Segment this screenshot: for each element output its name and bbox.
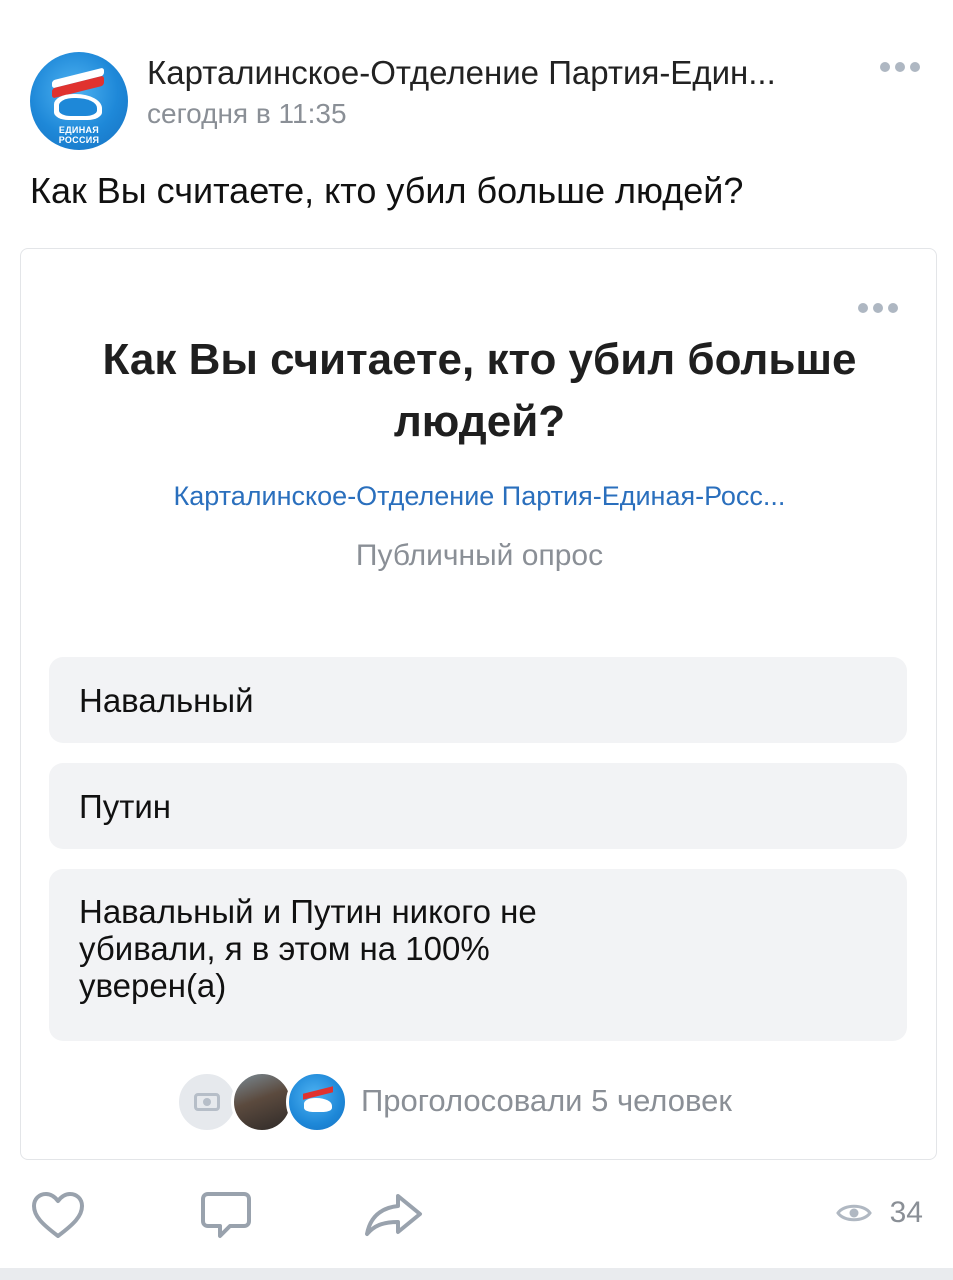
views-count: 34 <box>889 1196 923 1229</box>
more-dot <box>858 303 868 313</box>
more-dot <box>895 62 905 72</box>
avatar-bear-inner <box>59 98 97 116</box>
avatar-logo-line-1: ЕДИНАЯ <box>58 125 100 135</box>
poll-author-link[interactable]: Карталинское-Отделение Партия-Единая-Рос… <box>81 481 878 512</box>
more-dot <box>910 62 920 72</box>
share-icon <box>365 1194 422 1236</box>
poll-option-label: Путин <box>79 787 171 825</box>
poll-more-icon[interactable] <box>858 303 898 313</box>
heart-icon <box>32 1192 84 1238</box>
post-text: Как Вы считаете, кто убил больше людей? <box>30 170 744 211</box>
comment-icon <box>201 1192 251 1238</box>
poll-title: Как Вы считаете, кто убил больше людей? <box>102 335 857 446</box>
share-button[interactable] <box>362 1190 426 1245</box>
more-dot <box>888 303 898 313</box>
author-name[interactable]: Карталинское-Отделение Партия-Един... <box>147 54 847 92</box>
voter-avatar-party-logo <box>286 1071 348 1133</box>
avatar-logo-line-2: РОССИЯ <box>58 135 100 145</box>
post-action-bar: 34 <box>0 1180 953 1250</box>
poll-option-2[interactable]: Путин <box>49 763 907 849</box>
poll-option-label: Навальный и Путин никого не убивали, я в… <box>79 893 537 1004</box>
post-more-icon[interactable] <box>880 62 920 72</box>
poll-option-label: Навальный <box>79 681 254 719</box>
more-dot <box>873 303 883 313</box>
post-header: ЕДИНАЯ РОССИЯ Карталинское-Отделение Пар… <box>30 42 930 150</box>
voter-avatar-photo <box>231 1071 293 1133</box>
poll-option-3[interactable]: Навальный и Путин никого не убивали, я в… <box>49 869 907 1041</box>
post-time[interactable]: сегодня в 11:35 <box>147 98 347 130</box>
voter-avatar-placeholder <box>176 1071 238 1133</box>
poll-voters[interactable]: Проголосовали 5 человек <box>176 1067 816 1137</box>
vk-post-page: ЕДИНАЯ РОССИЯ Карталинское-Отделение Пар… <box>0 0 953 1280</box>
poll-option-1[interactable]: Навальный <box>49 657 907 743</box>
like-button[interactable] <box>30 1190 86 1245</box>
poll-type-label: Публичный опрос <box>355 539 604 572</box>
comment-button[interactable] <box>198 1190 254 1247</box>
author-avatar[interactable]: ЕДИНАЯ РОССИЯ <box>30 52 128 150</box>
poll-card: Как Вы считаете, кто убил больше людей? … <box>20 248 937 1160</box>
poll-options: Навальный Путин Навальный и Путин никого… <box>49 657 907 1061</box>
eye-icon <box>835 1204 872 1222</box>
camera-icon <box>194 1093 220 1111</box>
views-counter: 34 <box>835 1196 923 1230</box>
feed-separator <box>0 1268 953 1280</box>
more-dot <box>880 62 890 72</box>
poll-voters-count: Проголосовали 5 человек <box>361 1083 732 1118</box>
avatar-bear-shape <box>304 1098 332 1112</box>
